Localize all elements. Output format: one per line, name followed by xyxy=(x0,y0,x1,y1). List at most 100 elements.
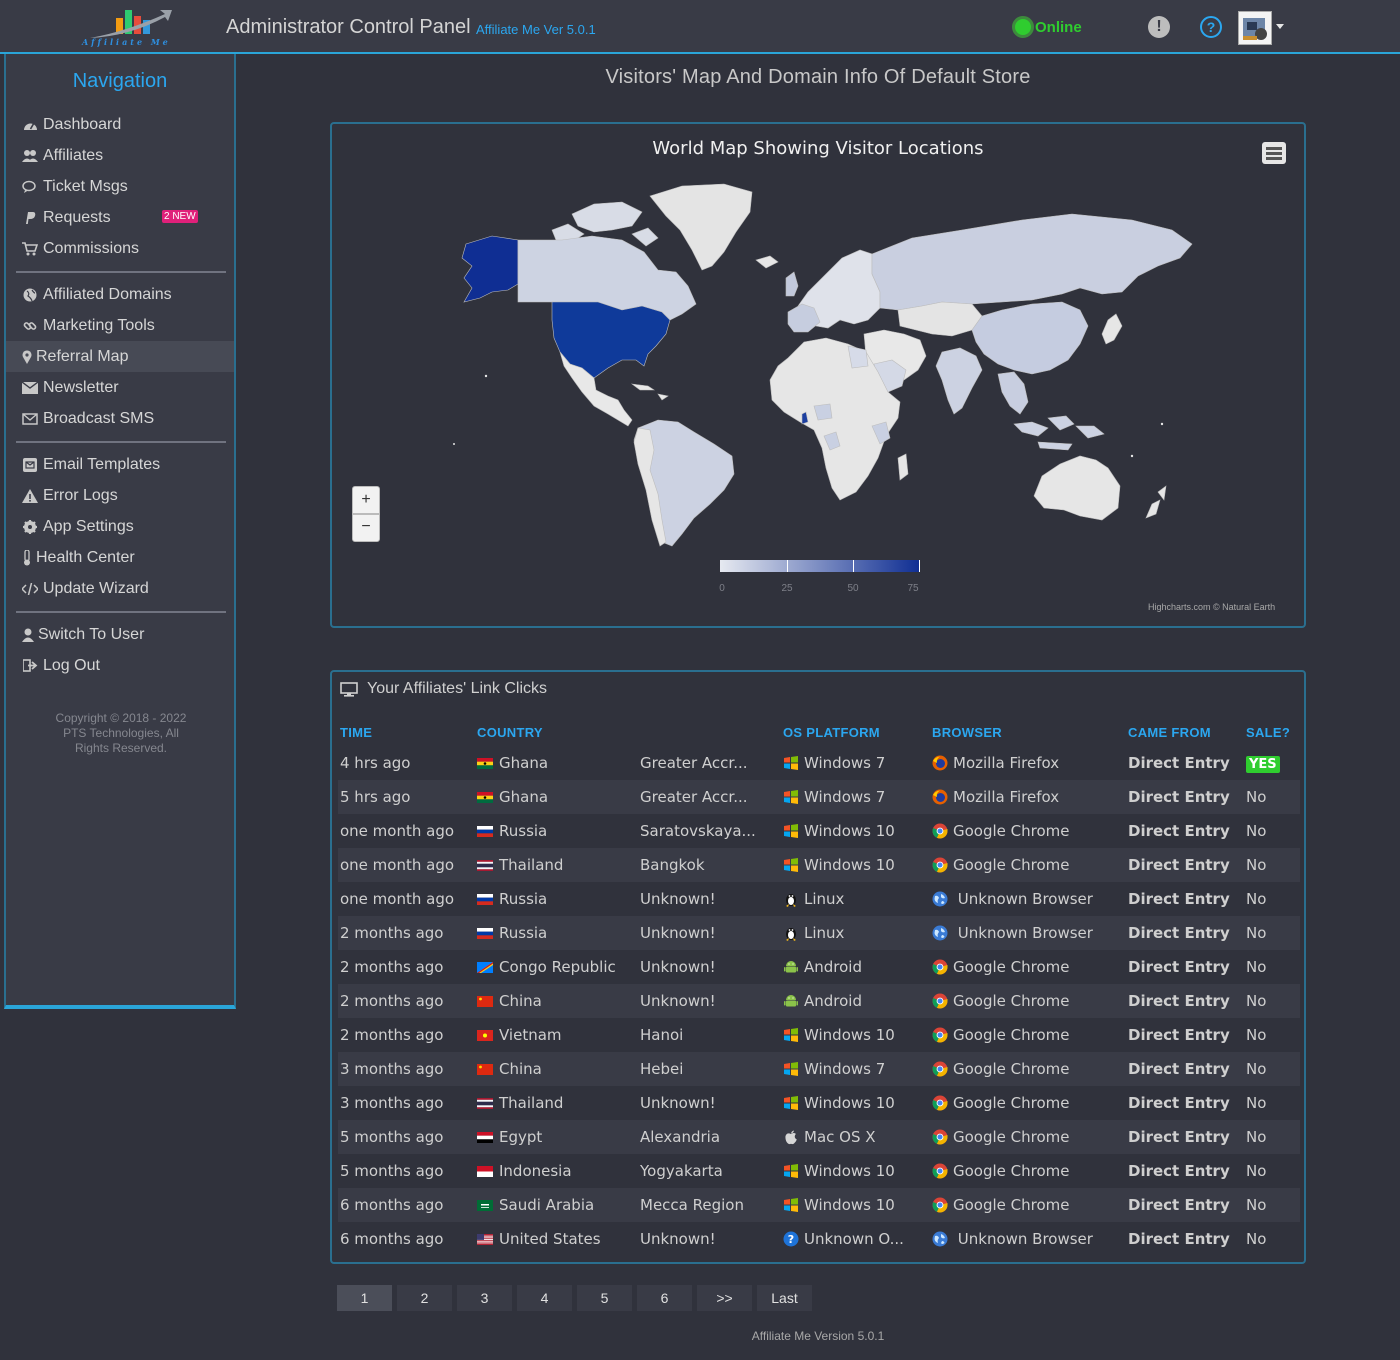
sidebar-item-requests[interactable]: Requests 2 NEW xyxy=(6,202,234,233)
flag-icon xyxy=(477,1098,493,1109)
table-row[interactable]: 5 hrs ago Ghana Greater Accr... Windows 7 Mo… xyxy=(338,780,1300,814)
cell-time: 4 hrs ago xyxy=(338,746,477,780)
table-row[interactable]: 2 months ago Russia Unknown! Linux Unknown … xyxy=(338,916,1300,950)
table-row[interactable]: one month ago Thailand Bangkok Windows 10 Go… xyxy=(338,848,1300,882)
sidebar-item-error-logs[interactable]: Error Logs xyxy=(6,480,234,511)
column-header-country[interactable]: COUNTRY xyxy=(477,718,640,746)
sidebar-item-affiliated-domains[interactable]: Affiliated Domains xyxy=(6,279,234,310)
sidebar-item-ticket-msgs[interactable]: Ticket Msgs xyxy=(6,171,234,202)
chrome-icon xyxy=(932,1129,948,1145)
table-row[interactable]: 2 months ago Congo Republic Unknown! Androi… xyxy=(338,950,1300,984)
sidebar-item-health-center[interactable]: Health Center xyxy=(6,542,234,573)
cell-sale: YES xyxy=(1246,746,1300,780)
sidebar-item-log-out[interactable]: Log Out xyxy=(6,650,234,681)
new-badge: 2 NEW xyxy=(162,210,198,223)
sale-value: No xyxy=(1246,1026,1267,1044)
table-row[interactable]: 6 months ago United States Unknown!? Unknow… xyxy=(338,1222,1300,1256)
cart-icon xyxy=(22,241,38,257)
windows-icon xyxy=(784,1164,798,1178)
sidebar-item-marketing-tools[interactable]: Marketing Tools xyxy=(6,310,234,341)
hamburger-menu-icon[interactable] xyxy=(1262,142,1286,164)
table-row[interactable]: 3 months ago China Hebei Windows 7 Google Ch… xyxy=(338,1052,1300,1086)
map-region-madagascar xyxy=(897,453,909,481)
map-credit-link[interactable]: Highcharts.com © Natural Earth xyxy=(1148,602,1275,612)
table-row[interactable]: one month ago Russia Unknown! Linux Unknown… xyxy=(338,882,1300,916)
column-header-came-from[interactable]: CAME FROM xyxy=(1128,718,1246,746)
legend-tick xyxy=(853,560,854,572)
region-value: Hanoi xyxy=(640,1026,684,1044)
thermometer-icon xyxy=(22,549,32,566)
page-button-3[interactable]: 3 xyxy=(457,1285,512,1311)
page-button-1[interactable]: 1 xyxy=(337,1285,392,1311)
envelope-open-icon xyxy=(22,411,38,427)
page-button-last[interactable]: Last xyxy=(757,1285,812,1311)
page-button-next[interactable]: >> xyxy=(697,1285,752,1311)
cell-browser: Google Chrome xyxy=(932,814,1128,848)
exclamation-circle-icon[interactable]: ! xyxy=(1148,16,1170,38)
app-version: Affiliate Me Ver 5.0.1 xyxy=(476,22,596,37)
table-row[interactable]: 5 months ago Egypt Alexandria Mac OS X Googl… xyxy=(338,1120,1300,1154)
page-button-5[interactable]: 5 xyxy=(577,1285,632,1311)
sidebar-item-label: Broadcast SMS xyxy=(43,409,155,427)
time-value: 3 months ago xyxy=(340,1060,444,1078)
page-button-4[interactable]: 4 xyxy=(517,1285,572,1311)
legend-tick xyxy=(919,560,920,572)
page-button-2[interactable]: 2 xyxy=(397,1285,452,1311)
sidebar-item-referral-map[interactable]: Referral Map xyxy=(6,341,234,372)
cell-time: 2 months ago xyxy=(338,1018,477,1052)
cell-region: Greater Accr... xyxy=(640,780,783,814)
column-header-os-platform[interactable]: OS PLATFORM xyxy=(783,718,932,746)
table-row[interactable]: 2 months ago Vietnam Hanoi Windows 10 Google… xyxy=(338,1018,1300,1052)
page-title: Visitors' Map And Domain Info Of Default… xyxy=(605,66,1031,88)
map-region-new-zealand xyxy=(1145,485,1167,519)
table-row[interactable]: 4 hrs ago Ghana Greater Accr... Windows 7 Mo… xyxy=(338,746,1300,780)
column-header-sale[interactable]: SALE? xyxy=(1246,718,1300,746)
cell-os: Windows 7 xyxy=(783,780,932,814)
map-panel: World Map Showing Visitor Locations + − … xyxy=(330,122,1306,628)
os-value: Windows 7 xyxy=(804,1060,886,1078)
cell-region: Saratovskaya... xyxy=(640,814,783,848)
table-row[interactable]: 3 months ago Thailand Unknown! Windows 10 Go… xyxy=(338,1086,1300,1120)
cell-os: Mac OS X xyxy=(783,1120,932,1154)
chrome-icon xyxy=(932,1061,948,1077)
cell-time: 6 months ago xyxy=(338,1188,477,1222)
sidebar-item-switch-to-user[interactable]: Switch To User xyxy=(6,619,234,650)
column-header-time[interactable]: TIME xyxy=(338,718,477,746)
table-row[interactable]: one month ago Russia Saratovskaya... Window… xyxy=(338,814,1300,848)
table-row[interactable]: 2 months ago China Unknown! Android Google C… xyxy=(338,984,1300,1018)
chrome-icon xyxy=(932,959,948,975)
sidebar-item-email-templates[interactable]: Email Templates xyxy=(6,449,234,480)
nav-divider xyxy=(16,441,226,443)
sidebar-item-dashboard[interactable]: Dashboard xyxy=(6,109,234,140)
sidebar-item-commissions[interactable]: Commissions xyxy=(6,233,234,264)
sale-value: No xyxy=(1246,890,1267,908)
chrome-icon xyxy=(932,1027,948,1043)
sidebar-item-label: Commissions xyxy=(43,239,140,257)
online-status[interactable]: Online xyxy=(1012,14,1082,40)
table-row[interactable]: 5 months ago Indonesia Yogyakarta Windows 1… xyxy=(338,1154,1300,1188)
question-circle-icon[interactable]: ? xyxy=(1200,16,1222,38)
sidebar-item-broadcast-sms[interactable]: Broadcast SMS xyxy=(6,403,234,434)
zoom-out-button[interactable]: − xyxy=(352,514,380,542)
sidebar-item-app-settings[interactable]: App Settings xyxy=(6,511,234,542)
cell-time: 5 months ago xyxy=(338,1120,477,1154)
os-value: Windows 7 xyxy=(804,788,886,806)
came-from-value: Direct Entry xyxy=(1128,822,1230,840)
sidebar-item-affiliates[interactable]: Affiliates xyxy=(6,140,234,171)
browser-value: Google Chrome xyxy=(953,822,1070,840)
browser-value: Google Chrome xyxy=(953,1196,1070,1214)
page-button-6[interactable]: 6 xyxy=(637,1285,692,1311)
sidebar-item-newsletter[interactable]: Newsletter xyxy=(6,372,234,403)
zoom-in-button[interactable]: + xyxy=(352,486,380,514)
region-value: Mecca Region xyxy=(640,1196,744,1214)
world-map[interactable] xyxy=(332,174,1304,554)
user-menu-button[interactable] xyxy=(1238,11,1284,45)
sidebar-item-update-wizard[interactable]: Update Wizard xyxy=(6,573,234,604)
globe-icon xyxy=(932,1231,948,1247)
table-row[interactable]: 6 months ago Saudi Arabia Mecca Region Wind… xyxy=(338,1188,1300,1222)
region-value: Unknown! xyxy=(640,1094,716,1112)
windows-icon xyxy=(784,824,798,838)
column-header-browser[interactable]: BROWSER xyxy=(932,718,1128,746)
cell-came-from: Direct Entry xyxy=(1128,746,1246,780)
cell-region: Alexandria xyxy=(640,1120,783,1154)
